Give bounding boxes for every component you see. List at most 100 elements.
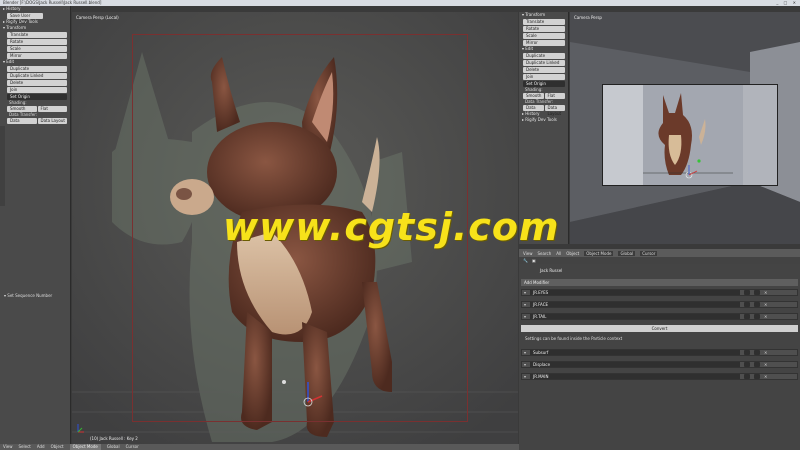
expand-icon[interactable]: ▾	[524, 350, 526, 355]
modifier-name[interactable]: JR.MAIN	[530, 374, 741, 379]
mode-selector-right[interactable]: Object Mode	[584, 250, 614, 256]
modifier-name[interactable]: JR.EYES	[530, 290, 741, 295]
translate-button[interactable]: Translate	[7, 32, 67, 38]
modifier-row[interactable]: ▾ JR.FACE ✕	[521, 301, 798, 308]
duplicate-button-right[interactable]: Duplicate	[523, 53, 565, 59]
shading-label: Shading:	[9, 100, 27, 105]
rotate-button-right[interactable]: Rotate	[523, 26, 565, 32]
camera-viewport[interactable]: Camera Persp	[570, 12, 800, 244]
duplicate-linked-button[interactable]: Duplicate Linked	[7, 73, 67, 79]
camera-preview-render	[603, 85, 777, 185]
wrench-icon[interactable]: 🔧	[523, 258, 528, 263]
join-button-right[interactable]: Join	[523, 74, 565, 80]
remove-icon[interactable]: ✕	[764, 362, 767, 367]
menu-object-right[interactable]: Object	[566, 251, 579, 256]
data-button[interactable]: Data	[7, 118, 37, 124]
delete-button[interactable]: Delete	[7, 80, 67, 86]
camera-preview-frame	[602, 84, 778, 186]
transform-header[interactable]: ▾ Transform	[0, 25, 70, 31]
modifier-row[interactable]: ▾ Displace ✕	[521, 361, 798, 368]
shading-label-right: Shading:	[525, 87, 543, 92]
render-toggle-icon[interactable]	[744, 362, 751, 367]
duplicate-button[interactable]: Duplicate	[7, 66, 67, 72]
viewport-toggle-icon[interactable]	[754, 314, 761, 319]
viewport-label: Camera Persp (Local)	[76, 15, 119, 20]
modifier-name[interactable]: JR.FACE	[530, 302, 741, 307]
rotate-button[interactable]: Rotate	[7, 39, 67, 45]
menu-view[interactable]: View	[3, 444, 13, 450]
object-icon[interactable]: ▣	[532, 258, 536, 263]
flat-button[interactable]: Flat	[37, 106, 67, 112]
data-transfer-label-right: Data Transfer:	[525, 99, 554, 104]
viewport-toggle-icon[interactable]	[754, 290, 761, 295]
render-toggle-icon[interactable]	[744, 350, 751, 355]
convert-button[interactable]: Convert	[521, 325, 798, 332]
modifier-row[interactable]: ▾ JR.TAIL ✕	[521, 313, 798, 320]
title-bar: Blender [F:\DOGS\Jack Russell\Jack Russe…	[0, 0, 800, 6]
snap-selector[interactable]: Cursor	[126, 444, 139, 450]
viewport-toggle-icon[interactable]	[754, 302, 761, 307]
viewport-toggle-icon[interactable]	[754, 362, 761, 367]
duplicate-linked-button-right[interactable]: Duplicate Linked	[523, 60, 565, 66]
menu-all[interactable]: All	[556, 251, 561, 256]
watermark-text: www.cgtsj.com	[223, 205, 560, 249]
object-name-field[interactable]: Jack Russel	[540, 268, 620, 273]
remove-icon[interactable]: ✕	[764, 314, 767, 319]
mode-selector[interactable]: Object Mode	[69, 444, 101, 450]
window-title: Blender [F:\DOGS\Jack Russell\Jack Russe…	[3, 0, 102, 5]
camera-viewport-label: Camera Persp	[574, 15, 602, 20]
join-button[interactable]: Join	[7, 87, 67, 93]
render-toggle-icon[interactable]	[744, 374, 751, 379]
global-selector[interactable]: Global	[618, 250, 636, 256]
modifier-name[interactable]: JR.TAIL	[530, 314, 741, 319]
data-layout-button[interactable]: Data Layout	[37, 118, 67, 124]
expand-icon[interactable]: ▾	[524, 314, 526, 319]
scale-button[interactable]: Scale	[7, 46, 67, 52]
menu-select[interactable]: Select	[19, 444, 31, 450]
menu-search[interactable]: Search	[538, 251, 552, 256]
properties-context-tabs: 🔧 ▣	[519, 257, 800, 264]
delete-button-right[interactable]: Delete	[523, 67, 565, 73]
menu-object[interactable]: Object	[51, 444, 64, 450]
cursor-selector[interactable]: Cursor	[640, 250, 658, 256]
viewport-toggle-icon[interactable]	[754, 374, 761, 379]
translate-button-right[interactable]: Translate	[523, 19, 565, 25]
menu-add[interactable]: Add	[37, 444, 45, 450]
viewport-toggle-icon[interactable]	[754, 350, 761, 355]
tool-shelf-left: ▸ History Save User Settings ▸ Rigify De…	[0, 6, 71, 444]
remove-icon[interactable]: ✕	[764, 350, 767, 355]
transform-header-right[interactable]: ▾ Transform	[519, 12, 568, 18]
history-header[interactable]: ▸ History	[0, 6, 70, 12]
expand-icon[interactable]: ▾	[524, 290, 526, 295]
menu-view-right[interactable]: View	[523, 251, 533, 256]
data-transfer-label: Data Transfer:	[9, 112, 38, 117]
modifier-row[interactable]: ▾ Subsurf ✕	[521, 349, 798, 356]
viewport-header: View Select Add Object Object Mode Globa…	[0, 444, 519, 450]
expand-icon[interactable]: ▾	[524, 374, 526, 379]
render-toggle-icon[interactable]	[744, 314, 751, 319]
edit-header-right[interactable]: ▾ Edit	[519, 46, 568, 52]
remove-icon[interactable]: ✕	[764, 302, 767, 307]
remove-icon[interactable]: ✕	[764, 374, 767, 379]
render-toggle-icon[interactable]	[744, 302, 751, 307]
operator-panel-header[interactable]: ▾ Set Sequence Number	[0, 292, 71, 299]
window-controls[interactable]: _ □ ✕	[776, 0, 798, 6]
render-toggle-icon[interactable]	[744, 290, 751, 295]
add-modifier-dropdown[interactable]: Add Modifier	[521, 279, 798, 286]
viewport-object-info: (10) Jack Russell : Key 2	[90, 436, 138, 441]
properties-header: View Search All Object Object Mode Globa…	[519, 249, 800, 257]
modifier-row[interactable]: ▾ JR.MAIN ✕	[521, 373, 798, 380]
modifier-name[interactable]: Displace	[530, 362, 741, 367]
shelf-tabs[interactable]	[0, 126, 5, 206]
pivot-selector[interactable]: Global	[107, 444, 120, 450]
modifier-row[interactable]: ▾ JR.EYES ✕	[521, 289, 798, 296]
expand-icon[interactable]: ▾	[524, 362, 526, 367]
modifier-name[interactable]: Subsurf	[530, 350, 741, 355]
remove-icon[interactable]: ✕	[764, 290, 767, 295]
expand-icon[interactable]: ▾	[524, 302, 526, 307]
data-layout-button-right[interactable]: Data Layout	[544, 105, 565, 116]
rigify-header-right[interactable]: ▸ Rigify Dev Tools	[519, 117, 568, 123]
scale-button-right[interactable]: Scale	[523, 33, 565, 39]
settings-note: Settings can be found inside the Particl…	[525, 336, 623, 341]
edit-header[interactable]: ▾ Edit	[0, 59, 70, 65]
